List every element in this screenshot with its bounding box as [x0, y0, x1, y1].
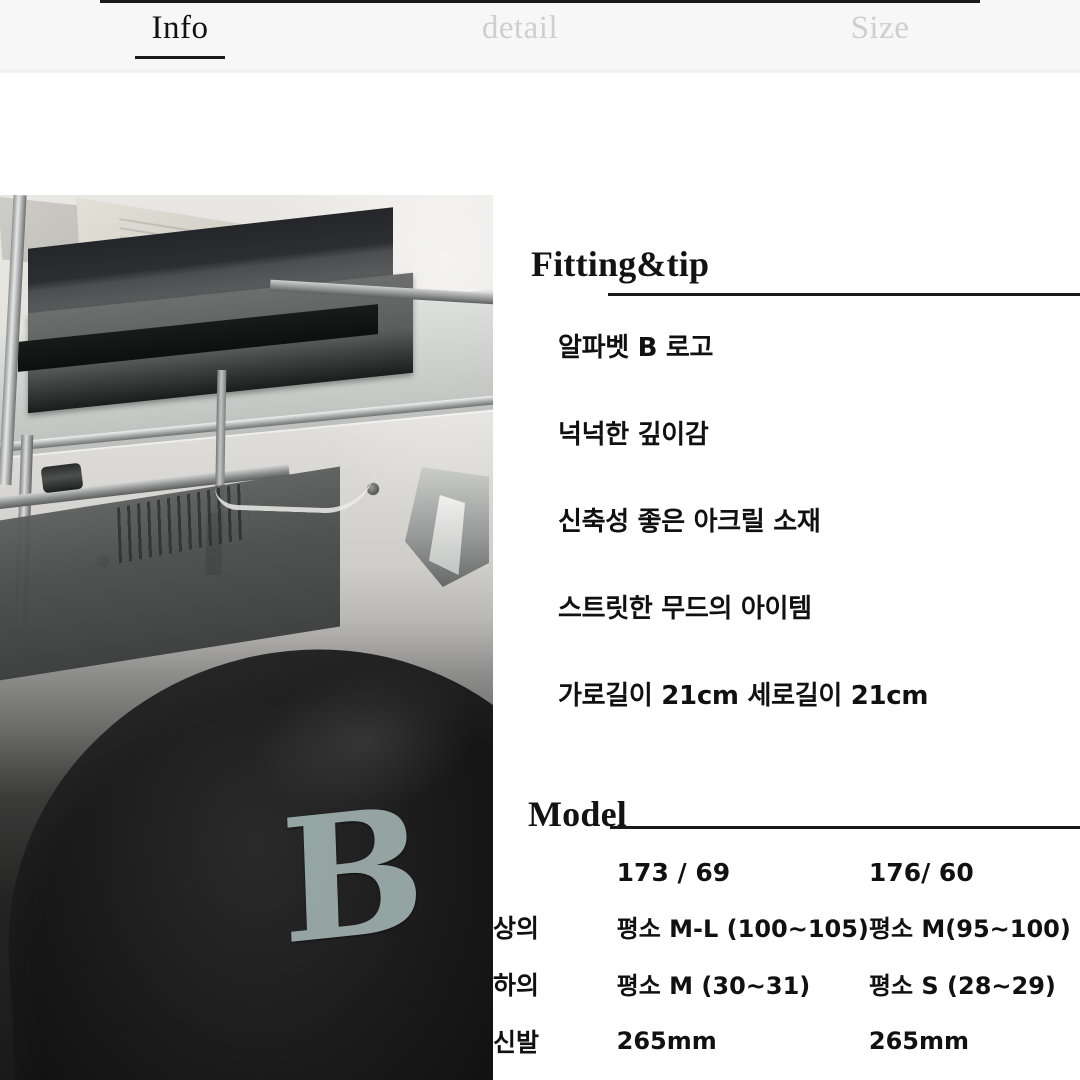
fitting-list-item: 스트릿한 무드의 아이템 — [558, 594, 812, 624]
tab-detail[interactable]: detail — [360, 0, 680, 70]
fitting-list-item: 알파벳 B 로고 — [558, 333, 714, 363]
table-header-row: 173 / 69 176/ 60 — [493, 846, 1080, 898]
fitting-divider — [608, 293, 1080, 296]
tab-list: Info detail Size — [0, 0, 1080, 70]
model-row-value-a: 평소 M (30~31) — [616, 972, 811, 1000]
tab-info-label: Info — [151, 9, 209, 46]
table-row: 신발 265mm 265mm — [493, 1012, 1080, 1069]
model-size-table: 173 / 69 176/ 60 상의 평소 M-L (100~105) 평소 … — [493, 846, 1080, 1069]
model-row-value-b: 평소 M(95~100) — [868, 915, 1071, 943]
model-row-label: 상의 — [493, 913, 540, 943]
model-row-label: 신발 — [493, 1027, 540, 1057]
model-divider — [610, 826, 1080, 829]
model-col-empty-header — [493, 846, 617, 898]
model-row-value-a: 265mm — [616, 1026, 717, 1055]
model-row-value-a: 평소 M-L (100~105) — [616, 915, 869, 943]
tab-info[interactable]: Info — [0, 0, 360, 70]
fitting-list-item: 넉넉한 깊이감 — [558, 420, 709, 450]
tab-detail-label: detail — [481, 9, 559, 46]
photo-shelf-joint — [40, 462, 84, 494]
product-photo: B — [0, 195, 493, 1080]
product-info-panel: Fitting&tip 알파벳 B 로고 넉넉한 깊이감 신축성 좋은 아크릴 … — [493, 73, 1080, 1080]
tab-info-active-underline — [135, 55, 225, 59]
table-row: 하의 평소 M (30~31) 평소 S (28~29) — [493, 955, 1080, 1012]
model-row-value-b: 265mm — [868, 1026, 970, 1055]
tab-size-label: Size — [850, 9, 910, 46]
table-row: 상의 평소 M-L (100~105) 평소 M(95~100) — [493, 898, 1080, 955]
tab-size[interactable]: Size — [680, 0, 1080, 70]
fitting-heading: Fitting&tip — [531, 243, 710, 284]
tab-bar: Info detail Size — [0, 0, 1080, 73]
model-col-b-header: 176/ 60 — [868, 857, 974, 887]
model-row-label: 하의 — [493, 970, 540, 1000]
beanie-b-logo-icon: B — [278, 768, 428, 984]
fitting-list: 알파벳 B 로고 넉넉한 깊이감 신축성 좋은 아크릴 소재 스트릿한 무드의 … — [558, 335, 1078, 709]
model-col-a-header: 173 / 69 — [616, 857, 731, 887]
fitting-list-item: 신축성 좋은 아크릴 소재 — [558, 507, 821, 537]
model-row-value-b: 평소 S (28~29) — [868, 972, 1056, 1000]
fitting-list-item: 가로길이 21cm 세로길이 21cm — [558, 681, 929, 711]
